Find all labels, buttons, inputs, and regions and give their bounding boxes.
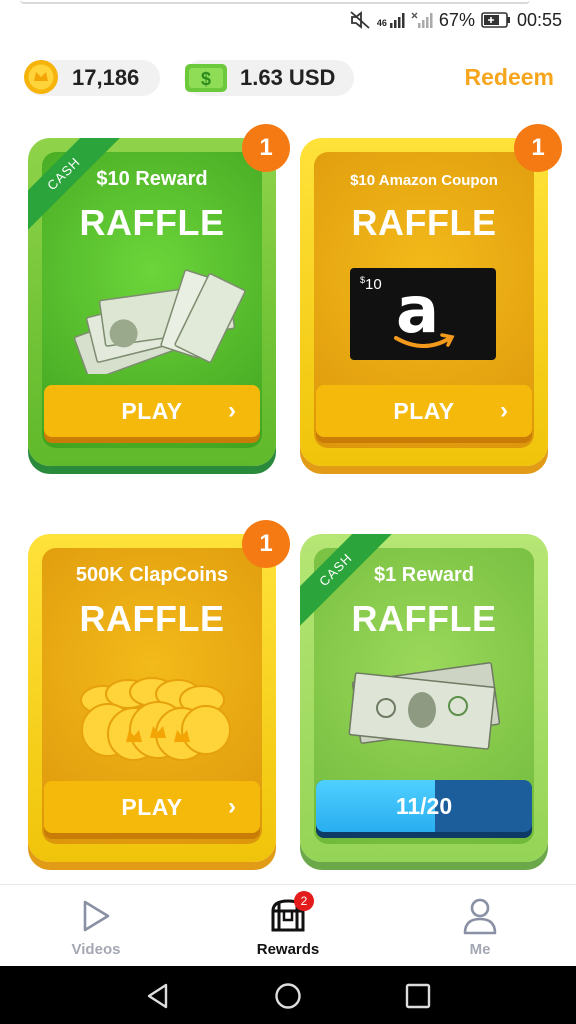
play-button-label: PLAY <box>393 397 455 424</box>
redeem-link[interactable]: Redeem <box>465 64 554 91</box>
cash-value: 1.63 USD <box>240 65 336 90</box>
back-icon[interactable] <box>144 982 172 1010</box>
chevron-right-icon: › <box>500 397 508 424</box>
coins-value: 17,186 <box>72 65 140 90</box>
signal-4g-icon: 46 <box>377 12 405 28</box>
giftcard-amount-value: 10 <box>365 276 382 293</box>
amazon-giftcard: $10 a <box>350 268 496 360</box>
play-button[interactable]: PLAY › <box>44 781 260 833</box>
play-button[interactable]: PLAY › <box>44 385 260 437</box>
coin-stack-icon <box>80 677 231 761</box>
nav-label: Rewards <box>256 941 320 958</box>
nav-me[interactable]: Me <box>420 895 540 958</box>
card-title: $10 Amazon Coupon <box>350 172 498 189</box>
amazon-smile-icon <box>394 333 455 348</box>
recents-icon[interactable] <box>404 982 432 1010</box>
notification-badge: 1 <box>242 520 290 568</box>
clock: 00:55 <box>516 9 562 30</box>
raffle-progress-bar: 11/20 <box>316 780 532 832</box>
card-title: $10 Reward <box>96 168 208 190</box>
chevron-right-icon: › <box>228 793 236 820</box>
top-divider <box>20 0 530 4</box>
nav-label: Videos <box>71 941 121 958</box>
system-nav-bar <box>0 966 576 1024</box>
nav-label: Me <box>469 941 491 958</box>
progress-label: 11/20 <box>395 792 453 819</box>
play-outline-icon <box>83 900 110 932</box>
nav-rewards[interactable]: 2 Rewards <box>228 891 348 958</box>
signal-4g-label: 46 <box>376 18 387 28</box>
cash-icon: $ <box>185 64 227 92</box>
battery-icon <box>481 12 510 28</box>
home-icon[interactable] <box>274 982 302 1010</box>
notification-badge: 1 <box>514 124 562 172</box>
notification-badge: 1 <box>242 124 290 172</box>
card-subtitle: RAFFLE <box>351 202 497 243</box>
raffle-card-1-reward[interactable]: CASH $1 Reward RAFFLE 11/20 <box>300 534 548 862</box>
card-subtitle: RAFFLE <box>79 598 225 639</box>
coins-balance[interactable]: 17,186 <box>24 60 160 96</box>
raffle-card-10-reward[interactable]: CASH $10 Reward RAFFLE PLAY › 1 <box>28 124 290 466</box>
coin-icon <box>24 60 58 94</box>
nav-videos[interactable]: Videos <box>36 895 156 958</box>
raffle-card-clapcoins[interactable]: 500K ClapCoins RAFFLE PLAY › 1 <box>28 520 290 862</box>
play-button[interactable]: PLAY › <box>316 385 532 437</box>
raffle-card-amazon-coupon[interactable]: $10 Amazon Coupon RAFFLE $10 a PLAY › 1 <box>300 124 562 466</box>
card-title: $1 Reward <box>373 564 475 586</box>
cash-balance[interactable]: $ 1.63 USD <box>184 60 354 96</box>
play-button-label: PLAY <box>121 793 183 820</box>
dollar-bills-icon <box>348 662 501 750</box>
play-button-label: PLAY <box>121 397 183 424</box>
status-icons: 46 67% 00:55 <box>349 8 562 32</box>
battery-percent: 67% <box>438 9 475 30</box>
card-subtitle: RAFFLE <box>79 202 225 243</box>
giftcard-amount: $10 <box>360 275 382 293</box>
svg-text:$: $ <box>201 69 211 89</box>
mute-icon <box>350 11 370 29</box>
user-outline-icon <box>463 898 497 935</box>
status-bar: 46 67% 00:55 <box>0 0 576 40</box>
bottom-nav: Videos 2 Rewards Me <box>0 884 576 966</box>
rewards-badge: 2 <box>294 891 314 911</box>
card-title: 500K ClapCoins <box>75 564 229 586</box>
chevron-right-icon: › <box>228 397 236 424</box>
signal-empty-icon <box>411 12 433 28</box>
card-subtitle: RAFFLE <box>351 598 497 639</box>
money-stack-icon <box>73 269 246 374</box>
